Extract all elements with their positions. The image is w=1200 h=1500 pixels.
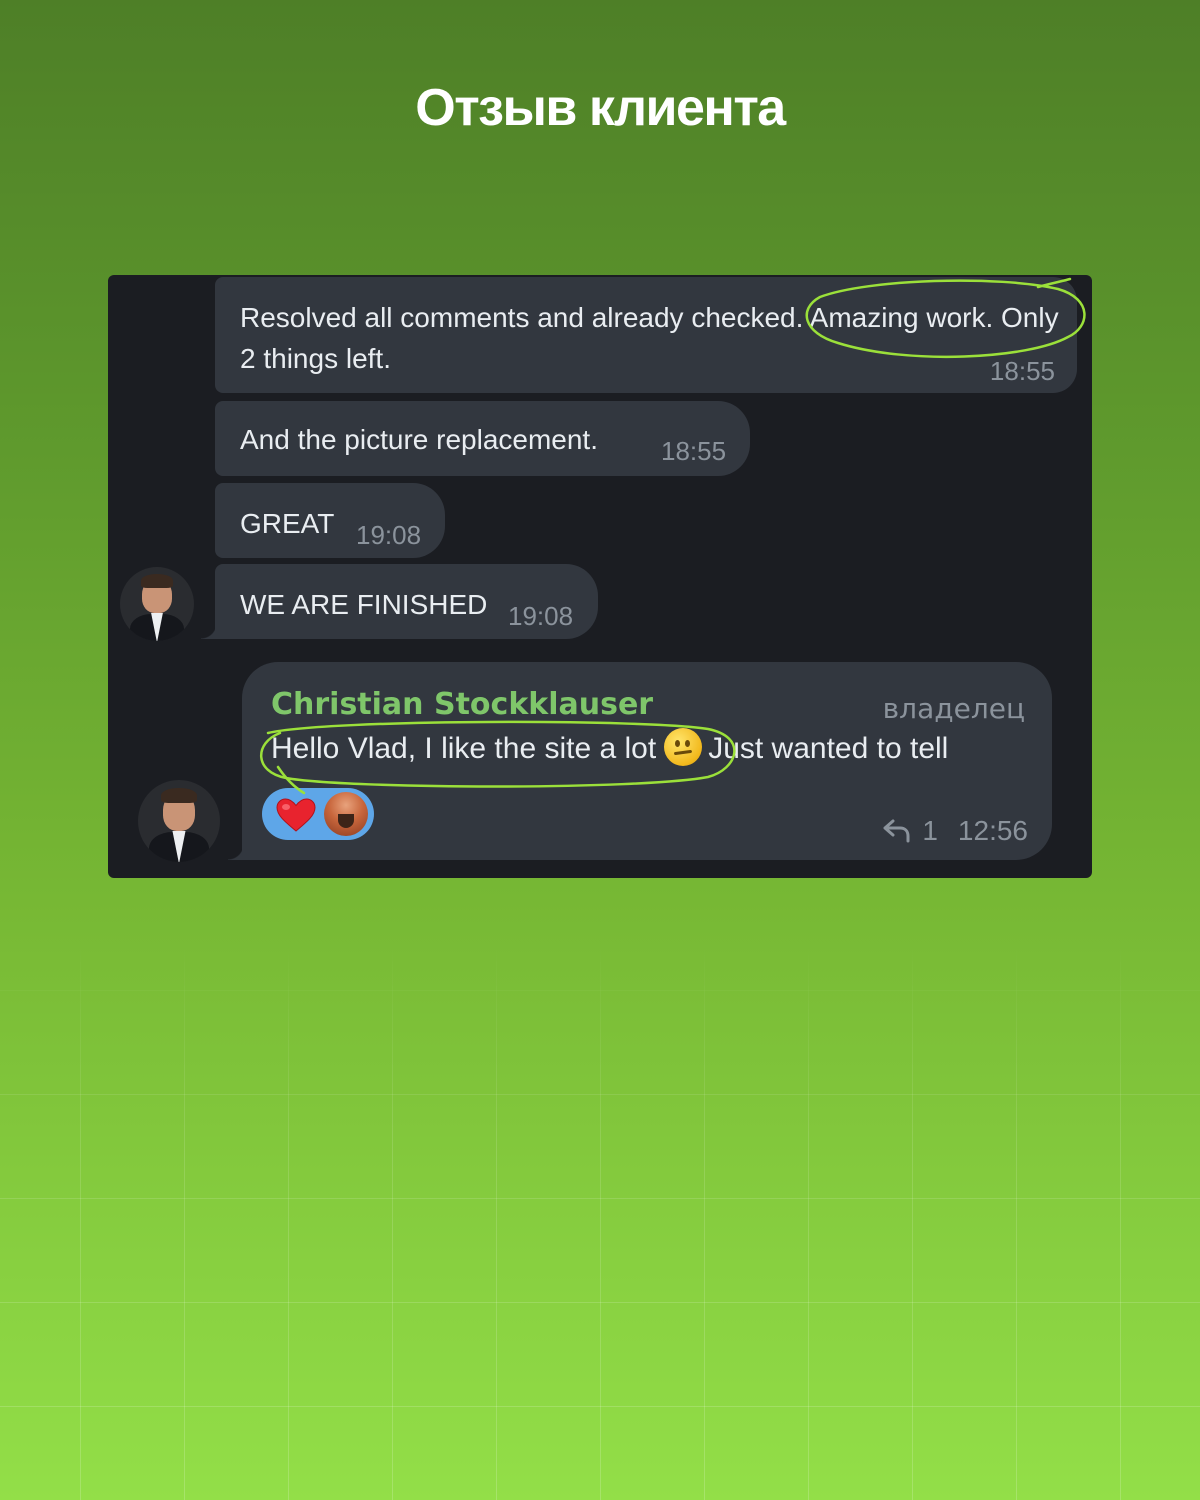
chat-screenshot: Resolved all comments and already checke… bbox=[108, 275, 1092, 878]
highlight-ellipse-amazing-work bbox=[805, 277, 1086, 359]
highlight-ellipse-hello-vlad bbox=[260, 720, 736, 795]
background-grid bbox=[0, 940, 1200, 1500]
page-title: Отзыв клиента bbox=[415, 79, 786, 137]
highlight-marks bbox=[260, 277, 1086, 795]
